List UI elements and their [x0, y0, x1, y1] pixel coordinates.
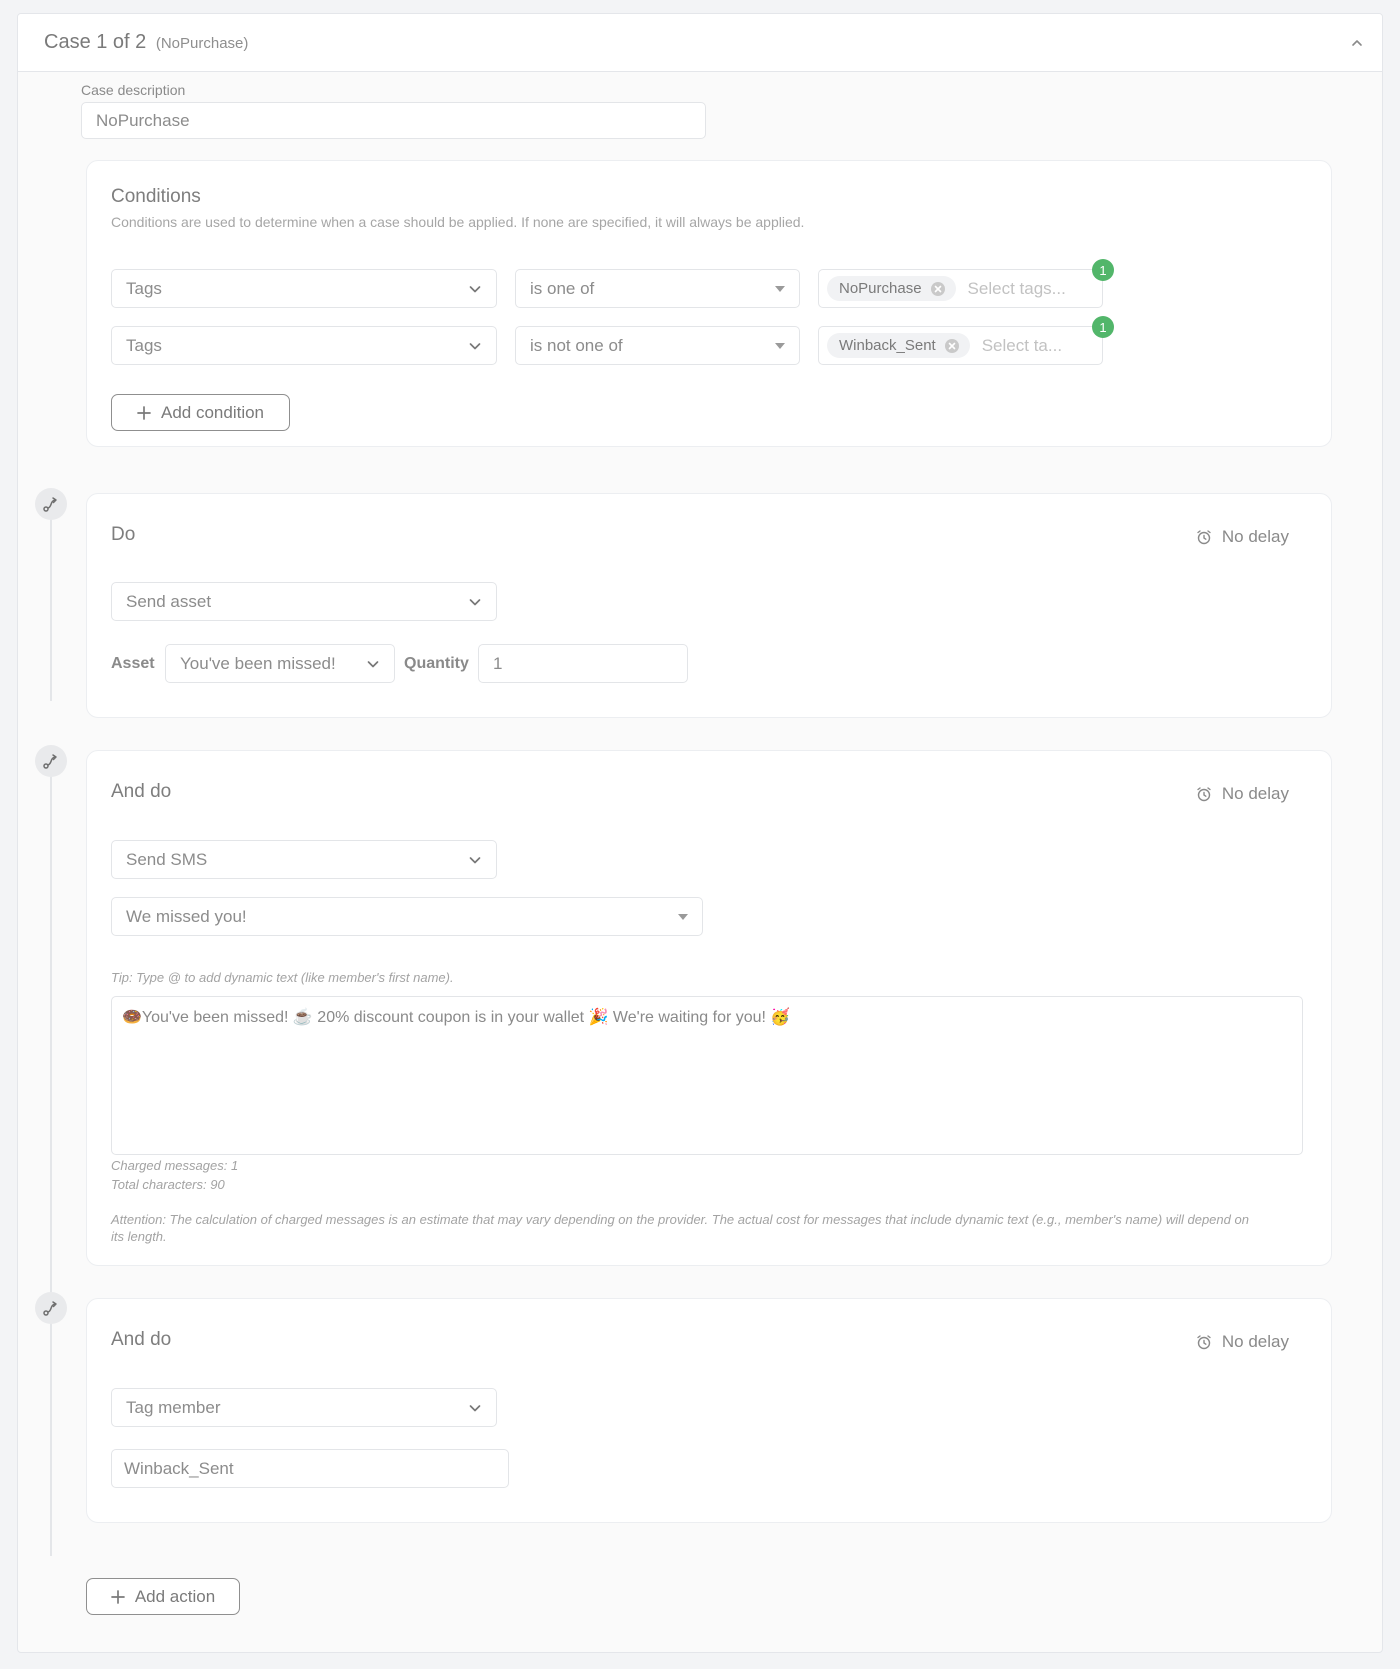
action-card-send-asset: Do No delay Send asset Asset You've been… — [86, 493, 1332, 718]
condition-operator-value: is not one of — [530, 335, 623, 355]
asset-value: You've been missed! — [180, 653, 336, 673]
tag-chip: Winback_Sent — [827, 333, 970, 358]
tags-placeholder: Select tags... — [967, 278, 1066, 298]
delay-label: No delay — [1221, 1332, 1289, 1351]
selected-count-badge: 1 — [1092, 259, 1114, 281]
route-icon — [43, 1301, 57, 1316]
timeline-node — [35, 488, 67, 520]
add-action-label: Add action — [134, 1586, 216, 1606]
case-title: Case 1 of 2 (NoPurchase) — [44, 31, 248, 54]
x-circle-icon[interactable] — [944, 338, 960, 354]
selected-count-badge: 1 — [1092, 316, 1114, 338]
add-condition-label: Add condition — [160, 402, 265, 422]
action-title: And do — [111, 781, 172, 802]
condition-operator-select-2[interactable]: is not one of — [515, 326, 800, 365]
case-description-label: Case description — [81, 82, 186, 98]
case-subtitle: (NoPurchase) — [155, 35, 249, 52]
chevron-up-icon[interactable] — [1350, 36, 1364, 50]
alarm-clock-icon — [1197, 787, 1211, 802]
plus-icon — [110, 1589, 125, 1604]
action-type-select[interactable]: Send SMS — [111, 840, 497, 879]
caret-down-icon — [775, 285, 785, 292]
timeline-connector — [50, 491, 52, 701]
condition-tags-input-2[interactable]: Winback_Sent Select ta... — [818, 326, 1103, 365]
alarm-clock-icon — [1197, 1335, 1211, 1350]
delay-label: No delay — [1221, 527, 1289, 546]
delay-control[interactable]: No delay — [1196, 784, 1289, 804]
case-panel: Case 1 of 2 (NoPurchase) Case descriptio… — [17, 13, 1383, 1653]
action-type-value: Tag member — [126, 1397, 221, 1417]
dynamic-text-tip: Tip: Type @ to add dynamic text (like me… — [111, 970, 454, 985]
chevron-down-icon — [469, 342, 481, 349]
charged-messages-count: Charged messages: 1 — [111, 1158, 239, 1173]
action-card-send-sms: And do No delay Send SMS We missed you! … — [86, 750, 1332, 1266]
tag-chip-label: NoPurchase — [839, 280, 922, 297]
chevron-down-icon — [469, 1404, 481, 1411]
route-icon — [43, 497, 57, 512]
action-card-tag-member: And do No delay Tag member Winback_Sent — [86, 1298, 1332, 1523]
member-tag-input[interactable]: Winback_Sent — [111, 1449, 509, 1488]
sms-template-value: We missed you! — [126, 906, 247, 926]
conditions-card: Conditions Conditions are used to determ… — [86, 160, 1332, 447]
action-type-value: Send SMS — [126, 849, 208, 869]
member-tag-value: Winback_Sent — [124, 1458, 234, 1478]
x-circle-icon[interactable] — [930, 281, 946, 297]
sms-template-select[interactable]: We missed you! — [111, 897, 703, 936]
case-header[interactable]: Case 1 of 2 (NoPurchase) — [18, 14, 1382, 72]
case-description-value: NoPurchase — [96, 110, 190, 130]
chevron-down-icon — [469, 598, 481, 605]
caret-down-icon — [678, 913, 688, 920]
timeline-node — [35, 745, 67, 777]
chevron-down-icon — [367, 660, 379, 667]
tags-placeholder: Select ta... — [981, 335, 1063, 355]
action-title: And do — [111, 1329, 172, 1350]
condition-field-select-1[interactable]: Tags — [111, 269, 497, 308]
asset-select[interactable]: You've been missed! — [165, 644, 395, 683]
tag-chip: NoPurchase — [827, 276, 956, 301]
action-title: Do — [111, 524, 136, 545]
timeline-node — [35, 1292, 67, 1324]
sms-message-text: 🍩You've been missed! ☕ 20% discount coup… — [122, 1009, 791, 1026]
timeline-connector — [50, 748, 52, 1292]
action-type-value: Send asset — [126, 591, 212, 611]
tag-chip-label: Winback_Sent — [839, 337, 936, 354]
timeline-connector — [50, 1296, 52, 1556]
condition-operator-select-1[interactable]: is one of — [515, 269, 800, 308]
chevron-down-icon — [469, 856, 481, 863]
quantity-value: 1 — [493, 653, 503, 673]
action-type-select[interactable]: Tag member — [111, 1388, 497, 1427]
add-action-button[interactable]: Add action — [86, 1578, 240, 1615]
chevron-down-icon — [469, 285, 481, 292]
condition-field-select-2[interactable]: Tags — [111, 326, 497, 365]
case-title-text: Case 1 of 2 — [44, 31, 147, 53]
add-condition-button[interactable]: Add condition — [111, 394, 290, 431]
quantity-label: Quantity — [404, 655, 469, 672]
action-type-select[interactable]: Send asset — [111, 582, 497, 621]
case-description-input[interactable]: NoPurchase — [81, 102, 706, 139]
condition-operator-value: is one of — [530, 278, 595, 298]
alarm-clock-icon — [1197, 530, 1211, 545]
conditions-title: Conditions — [111, 186, 201, 207]
sms-message-textarea[interactable]: 🍩You've been missed! ☕ 20% discount coup… — [111, 996, 1303, 1155]
conditions-description: Conditions are used to determine when a … — [111, 214, 805, 230]
condition-field-value: Tags — [126, 335, 162, 355]
caret-down-icon — [775, 342, 785, 349]
delay-control[interactable]: No delay — [1196, 1332, 1289, 1352]
condition-field-value: Tags — [126, 278, 162, 298]
asset-label: Asset — [111, 655, 155, 672]
quantity-input[interactable]: 1 — [478, 644, 688, 683]
condition-tags-input-1[interactable]: NoPurchase Select tags... — [818, 269, 1103, 308]
route-icon — [43, 754, 57, 769]
total-characters-count: Total characters: 90 — [111, 1177, 225, 1192]
plus-icon — [137, 405, 151, 420]
delay-control[interactable]: No delay — [1196, 527, 1289, 547]
attention-note: Attention: The calculation of charged me… — [111, 1212, 1249, 1244]
delay-label: No delay — [1221, 784, 1289, 803]
